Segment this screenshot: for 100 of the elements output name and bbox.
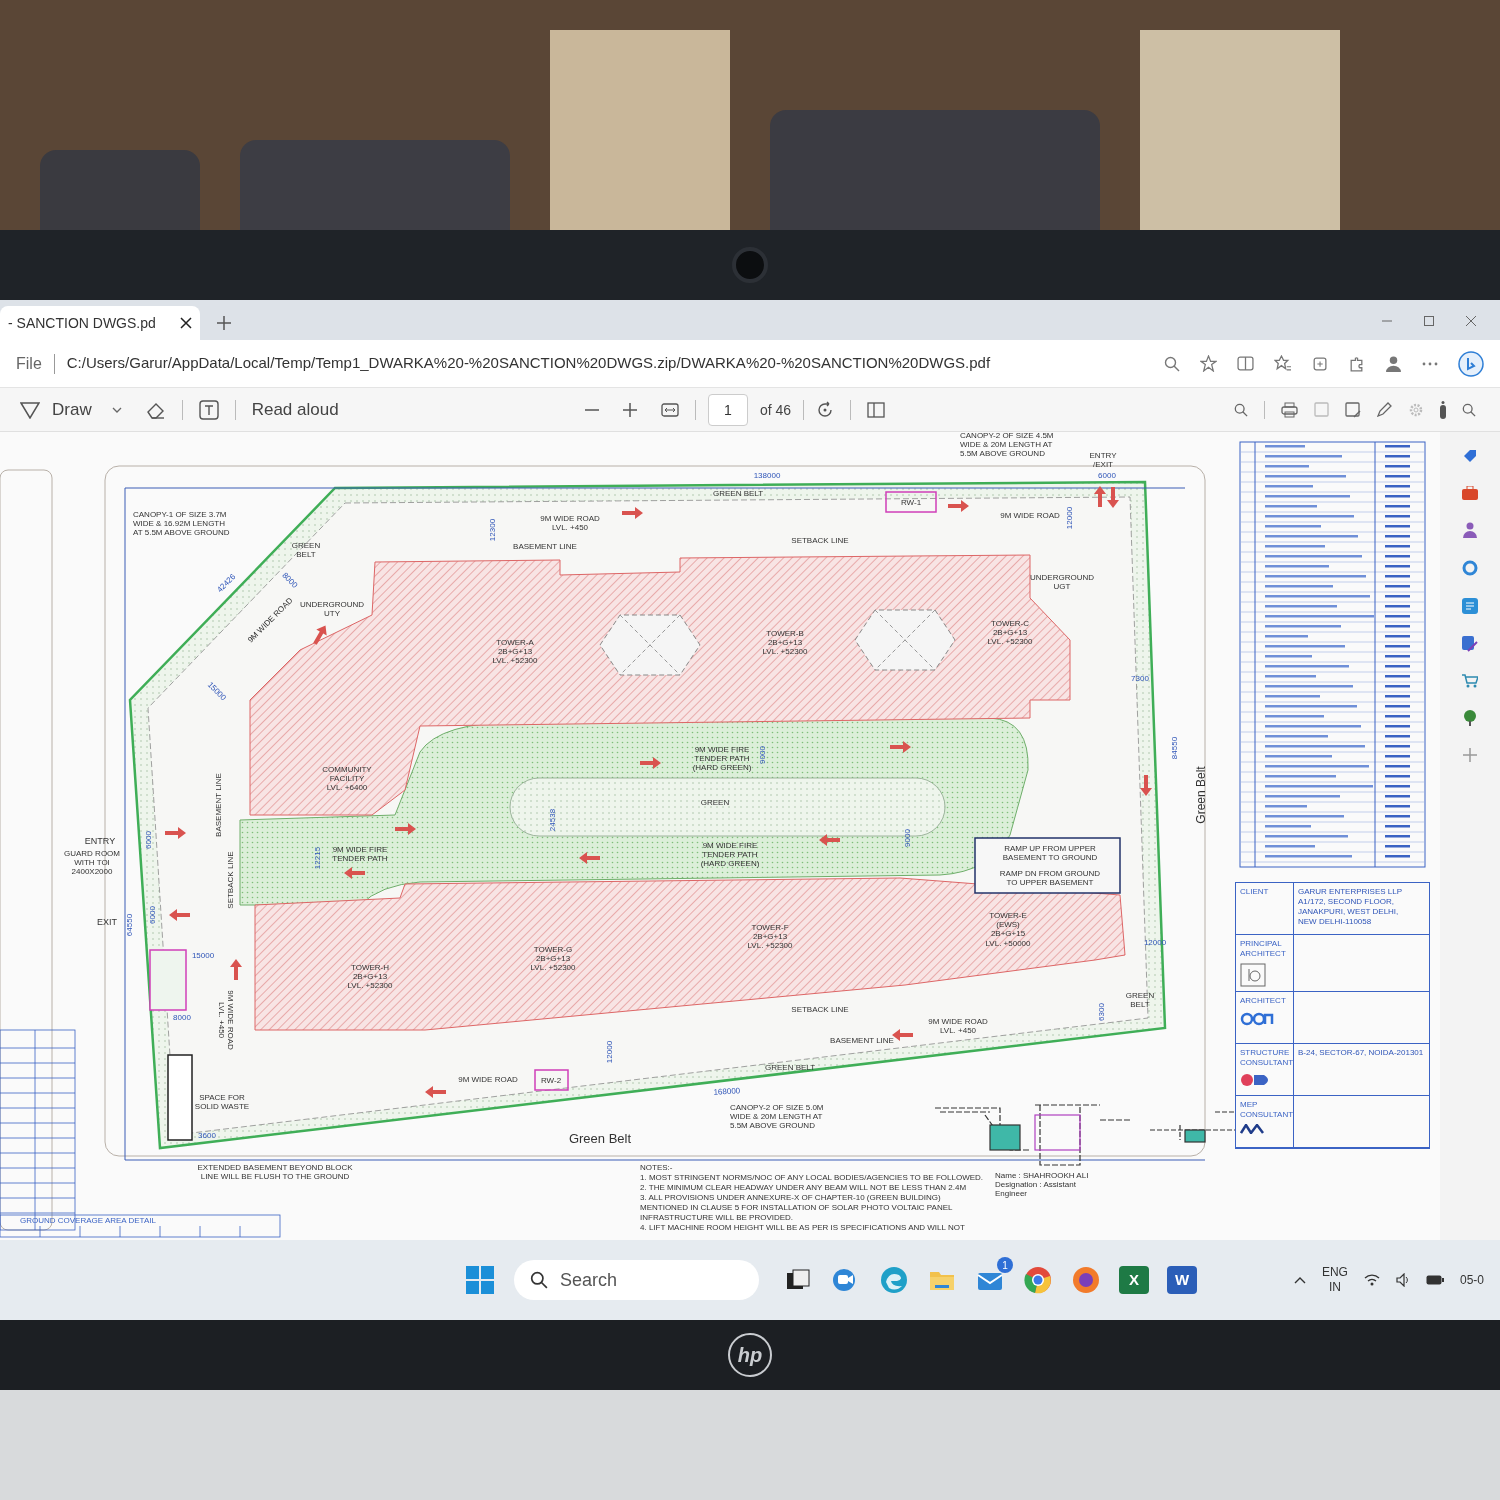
region-indicator[interactable]: IN <box>1328 1280 1341 1295</box>
direction-arrow <box>1094 486 1106 507</box>
planting-belt-label: Green Belt <box>1194 766 1208 824</box>
zoom-in-icon[interactable] <box>623 403 637 417</box>
firefox-icon[interactable] <box>1071 1265 1101 1295</box>
page-view-icon[interactable] <box>867 402 886 418</box>
solid-waste-label: SPACE FOR SOLID WASTE <box>194 1093 250 1112</box>
pen-icon[interactable] <box>1462 636 1478 652</box>
title-block-label: ARCHITECT <box>1240 996 1287 1006</box>
dimension-value: 6000 <box>144 831 153 849</box>
table-title: GROUND COVERAGE AREA DETAIL <box>20 1216 156 1225</box>
dimension-value: 3600 <box>198 1131 216 1140</box>
dimension-value: 138000 <box>753 471 781 480</box>
direction-arrow <box>425 1086 446 1098</box>
extensions-icon[interactable] <box>1348 355 1365 372</box>
start-icon[interactable] <box>466 1266 494 1294</box>
basement-line-label: BASEMENT LINE <box>513 542 577 551</box>
direction-arrow <box>1140 775 1152 796</box>
fire-path-label: 9M WIDE FIRE TENDER PATH (HARD GREEN) <box>700 841 760 869</box>
fire-path-label: 9M WIDE FIRE TENDER PATH (HARD GREEN) <box>692 745 752 773</box>
caret-icon[interactable] <box>111 406 122 413</box>
fire-path-label: 9M WIDE FIRE TENDER PATH <box>332 845 388 864</box>
spreadsheet-app-icon[interactable]: X <box>1119 1266 1149 1294</box>
favorites-icon[interactable] <box>1274 355 1291 372</box>
notification-badge: 1 <box>997 1257 1013 1273</box>
signatory-text: Name : SHAHROOKH ALI Designation : Assistant Engineer <box>995 1171 1089 1199</box>
title-block-label: PRINCIPAL ARCHITECT <box>1240 939 1287 959</box>
title-block-text: B-24, SECTOR-67, NOIDA-201301 <box>1298 1048 1425 1058</box>
direction-arrow <box>1107 487 1119 508</box>
clock-date[interactable]: 05-0 <box>1459 1271 1484 1289</box>
chrome-icon[interactable] <box>1023 1265 1053 1295</box>
split-screen-icon[interactable] <box>1237 355 1254 372</box>
edge-icon[interactable] <box>879 1265 909 1295</box>
more-icon[interactable] <box>1422 361 1438 366</box>
ring-icon[interactable] <box>1462 560 1478 576</box>
tag-icon[interactable] <box>1462 448 1478 464</box>
save-as-icon[interactable] <box>1345 401 1361 418</box>
direction-arrow <box>819 834 840 846</box>
tower-label: TOWER-A 2B+G+13 LVL. +52300 <box>492 638 538 666</box>
close-icon[interactable] <box>180 317 192 329</box>
direction-arrow <box>344 867 365 879</box>
print-icon[interactable] <box>1281 401 1298 418</box>
dimension-value: 6000 <box>148 906 157 924</box>
search-icon[interactable] <box>1462 402 1476 417</box>
road-label: 9M WIDE ROAD LVL. +450 <box>928 1017 988 1036</box>
direction-arrow <box>640 757 661 769</box>
laptop-logo: hp <box>728 1333 772 1377</box>
person-icon[interactable] <box>1463 522 1477 538</box>
text-tool-icon[interactable] <box>198 399 219 420</box>
tree-icon[interactable] <box>1463 710 1477 726</box>
word-processor-app-icon[interactable]: W <box>1167 1266 1197 1294</box>
browser-tab[interactable]: - SANCTION DWGS.pd <box>0 306 200 340</box>
rainwater-pit <box>885 491 937 513</box>
speaker-icon[interactable] <box>1395 1273 1410 1287</box>
collections-icon[interactable] <box>1311 355 1328 372</box>
address-url[interactable]: C:/Users/Garur/AppData/Local/Temp/Temp1_DWARKA%20-%20SANCTION%20DWGS.zip/DWARKA%20-%20SANCTION%20DWGS.pdf <box>66 352 991 375</box>
star-icon[interactable] <box>1200 355 1217 372</box>
direction-arrow <box>890 741 911 753</box>
direction-arrow <box>313 625 327 645</box>
battery-icon[interactable] <box>1425 1275 1444 1285</box>
zoom-icon[interactable] <box>1164 355 1180 372</box>
guard-room-label: GUARD ROOM WITH TOI 2400X2000 <box>64 849 120 877</box>
assistant-icon[interactable] <box>1458 350 1484 377</box>
new-tab-icon[interactable] <box>216 315 232 331</box>
road-label: 9M WIDE ROAD LVL. +450 <box>540 514 600 533</box>
title-block-text: GARUR ENTERPRISES LLP A1/172, SECOND FLOOR, JANAKPURI, WEST DELHI, NEW DELHI-110058 <box>1298 887 1404 927</box>
wifi-icon[interactable] <box>1363 1274 1380 1286</box>
dimension-value: 6300 <box>1097 1003 1106 1021</box>
chevron-up-icon[interactable] <box>1293 1276 1306 1284</box>
road-label: 9M WIDE ROAD <box>1000 511 1060 520</box>
direction-arrow <box>165 827 186 839</box>
utility-label: UNDERGROUND UGT <box>1030 573 1094 592</box>
scrollbar-thumb-icon[interactable] <box>1440 400 1446 419</box>
direction-arrow <box>622 507 643 519</box>
dimension-value: 84550 <box>1170 736 1179 760</box>
search-field[interactable]: Search <box>514 1260 759 1300</box>
profile-icon[interactable] <box>1385 355 1402 372</box>
search-icon <box>530 1271 548 1289</box>
page-number-field[interactable]: 1 <box>708 394 748 426</box>
language-indicator[interactable]: ENG <box>1321 1265 1348 1280</box>
draw-button[interactable]: Draw <box>16 396 96 423</box>
briefcase-icon[interactable] <box>1462 486 1478 500</box>
setback-line-label: SETBACK LINE <box>226 851 235 909</box>
maximize-icon[interactable] <box>1424 316 1434 326</box>
tower-label: TOWER-C 2B+G+13 LVL. +52300 <box>987 619 1033 647</box>
cart-icon[interactable] <box>1462 674 1478 688</box>
rotate-icon[interactable] <box>816 401 835 419</box>
pen-icon[interactable] <box>1377 402 1392 417</box>
dimension-value: 12215 <box>313 846 322 870</box>
tower-label: TOWER-H 2B+G+13 LVL. +52300 <box>347 963 393 991</box>
draw-icon <box>20 400 40 419</box>
read-aloud-button[interactable]: Read aloud <box>251 396 339 423</box>
guard-room <box>149 949 187 1011</box>
page-count: of 46 <box>760 400 792 420</box>
direction-arrow <box>395 823 416 835</box>
rainwater-pit-label: RW-1 <box>900 498 922 507</box>
search-icon[interactable] <box>1234 402 1248 417</box>
ramp-label: RAMP DN FROM GROUND TO UPPER BASEMENT <box>999 869 1101 888</box>
tower-label: TOWER-G 2B+G+13 LVL. +52300 <box>530 945 576 973</box>
fit-width-icon[interactable] <box>661 403 679 417</box>
